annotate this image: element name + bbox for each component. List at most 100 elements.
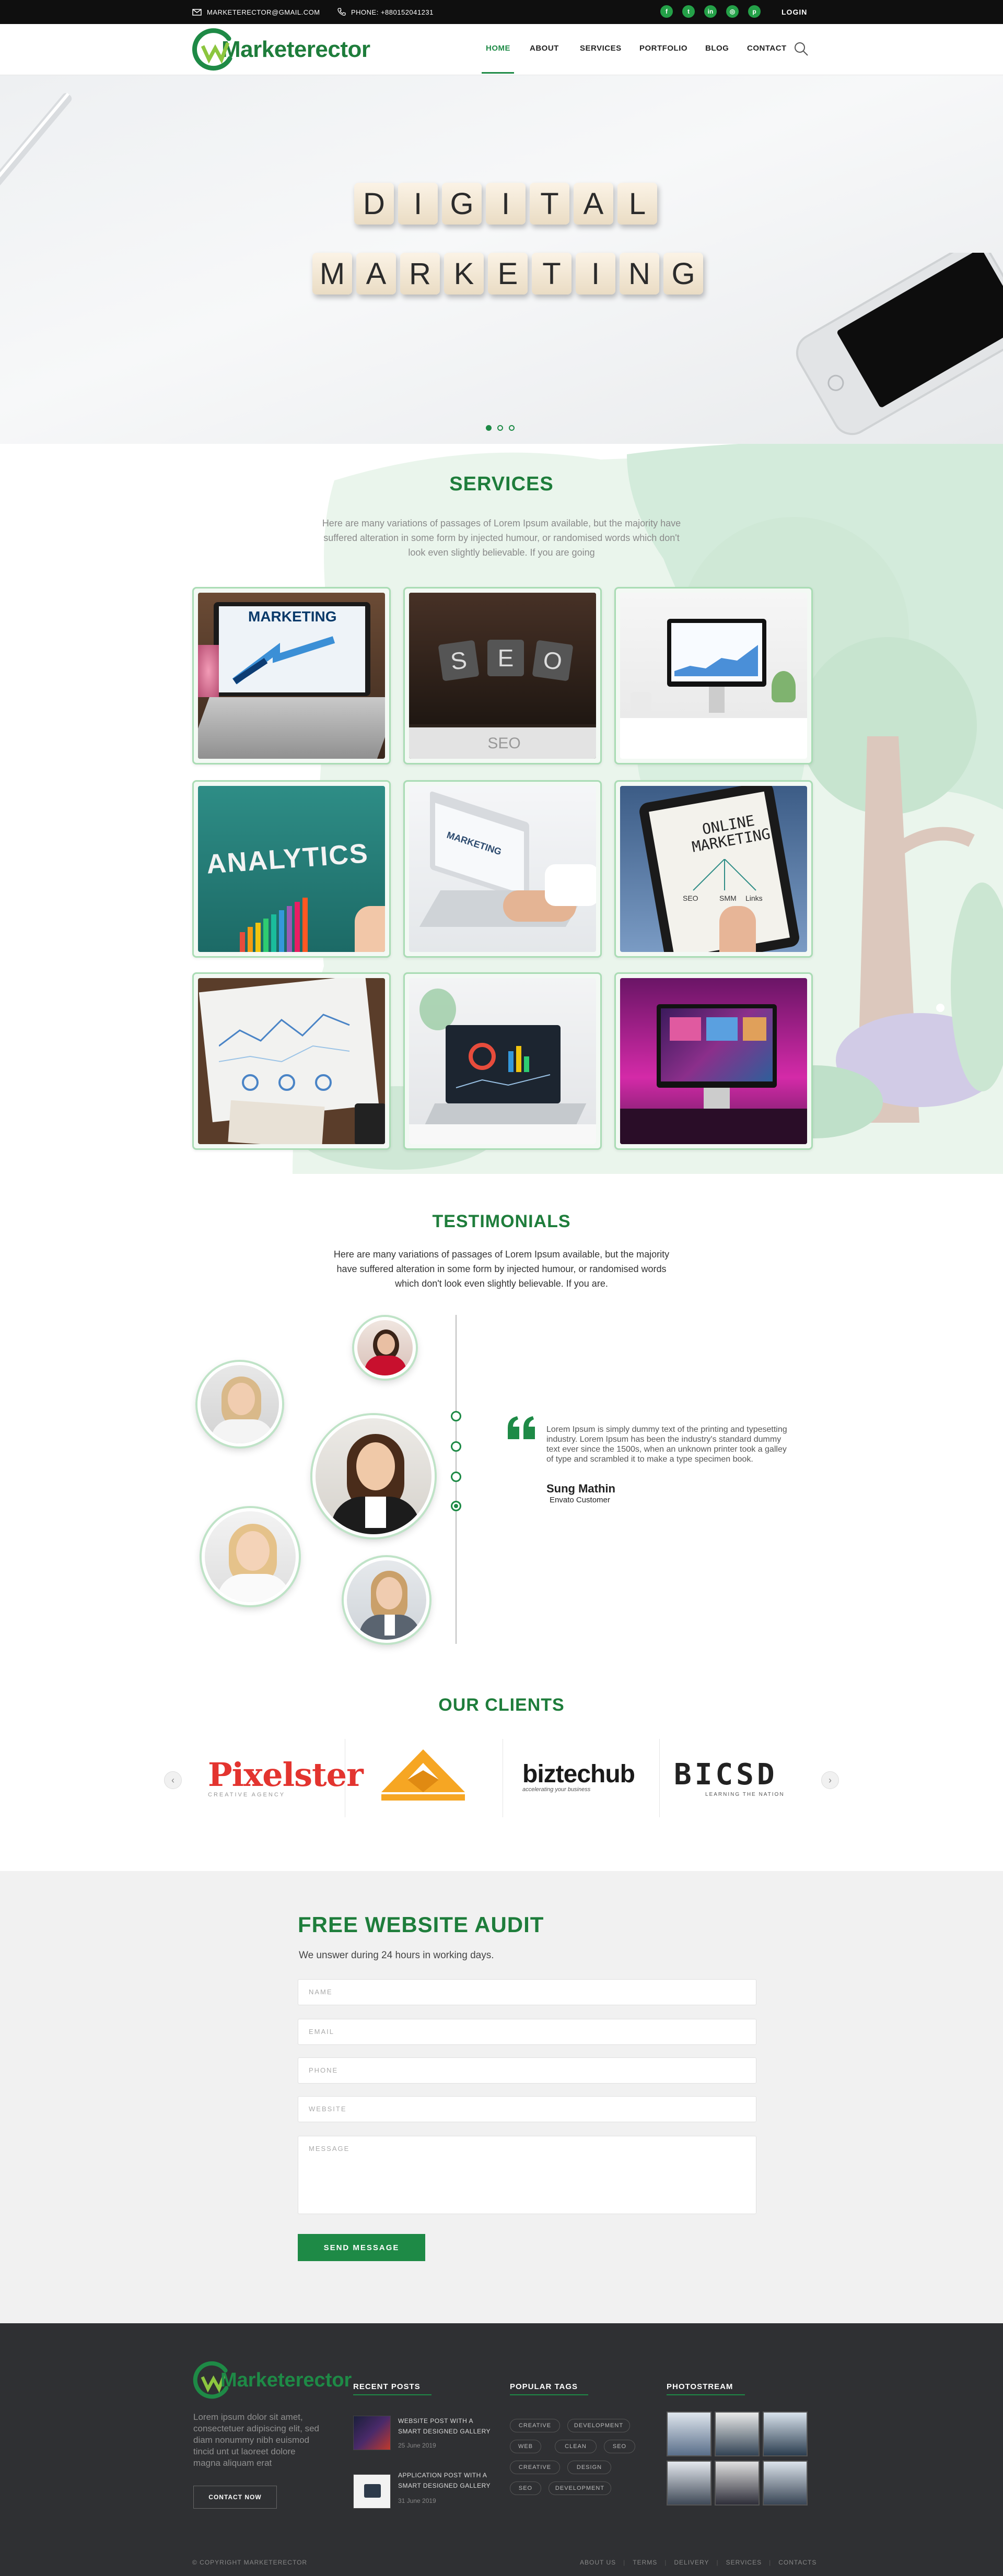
photostream-image-4[interactable] [667,2461,712,2506]
service-card-marketing[interactable]: MARKETING [192,587,391,764]
service-card-typing[interactable]: MARKETING [403,780,602,958]
hero-letter-tile: L [617,183,657,225]
nav-services[interactable]: SERVICES [580,44,622,53]
logo[interactable]: Marketerector [191,27,370,72]
post-thumb-2[interactable] [353,2474,391,2509]
slide-dot-3[interactable] [509,425,515,431]
contact-now-button[interactable]: CONTACT NOW [193,2486,277,2509]
tag-seo[interactable]: SEO [604,2440,635,2453]
service-card-dashboard[interactable] [403,972,602,1150]
tag-creative-2[interactable]: CREATIVE [510,2461,560,2474]
timeline-dot-active[interactable] [451,1501,461,1511]
biztechub-name: biztechub [522,1760,635,1788]
slide-dot-2[interactable] [497,425,503,431]
phone-text: PHONE: +880152041231 [351,8,434,16]
client-divider-3 [659,1739,660,1817]
send-message-button[interactable]: SEND MESSAGE [298,2234,425,2261]
pixelster-name: Pixelster [208,1756,364,1794]
marketing-caption: MARKETING [248,608,337,625]
twitter-icon[interactable]: t [682,5,695,18]
nav-about[interactable]: ABOUT [530,44,559,53]
tag-web[interactable]: WEB [510,2440,541,2453]
testimonial-avatar-4[interactable] [344,1557,429,1643]
hero-letter-tile: G [442,183,482,225]
client-logo-biztechub[interactable]: biztechub accelerating your business [522,1760,643,1802]
hero-letter-tile: G [663,253,703,295]
tag-creative[interactable]: CREATIVE [510,2419,560,2432]
pinterest-icon[interactable]: p [748,5,761,18]
email-contact[interactable]: MARKETERECTOR@GMAIL.COM [192,0,320,24]
login-link[interactable]: LOGIN [782,0,807,24]
timeline-dot-2[interactable] [451,1441,461,1452]
timeline-dot-3[interactable] [451,1472,461,1482]
photostream-image-6[interactable] [763,2461,808,2506]
services-section: SERVICES Here are many variations of pas… [0,444,1003,1174]
footer-about: Lorem ipsum dolor sit amet, consectetuer… [193,2412,319,2468]
clients-next-arrow[interactable]: › [821,1771,839,1789]
client-logo-pixelster[interactable]: Pixelster CREATIVE AGENCY [208,1756,364,1803]
footer-link-about[interactable]: ABOUT US [573,2559,623,2566]
footer-logo-text: Marketerector [220,2369,352,2391]
testimonial-avatar-main[interactable] [312,1415,435,1537]
post-date-1: 25 June 2019 [398,2442,436,2449]
photostream-image-3[interactable] [763,2412,808,2456]
instagram-icon[interactable]: ◎ [726,5,739,18]
service-card-seo[interactable]: S E O SEO [403,587,602,764]
photostream-underline [667,2394,745,2395]
testimonial-avatar-3[interactable] [202,1508,299,1605]
hero-slider: DIGITAL MARKETING [0,75,1003,444]
nav-blog[interactable]: BLOG [705,44,729,53]
site-footer [0,2323,1003,2576]
message-field[interactable]: MESSAGE [298,2136,756,2214]
service-card-analytics[interactable]: ANALYTICS [192,780,391,958]
tag-development[interactable]: DEVELOPMENT [567,2419,630,2432]
footer-logo[interactable]: Marketerector [192,2360,352,2400]
footer-link-services[interactable]: SERVICES [719,2559,769,2566]
service-card-neon[interactable] [614,972,813,1150]
phone-decoration [796,253,1003,436]
post-title-1[interactable]: WEBSITE POST WITH A SMART DESIGNED GALLE… [398,2416,497,2437]
clients-prev-arrow[interactable]: ‹ [164,1771,182,1789]
svg-text:Links: Links [745,894,763,902]
service-card-online-marketing[interactable]: ONLINE MARKETING SEO SMM Links [614,780,813,958]
facebook-icon[interactable]: f [660,5,673,18]
email-field[interactable]: EMAIL [298,2019,756,2045]
testimonial-avatar-2[interactable] [197,1362,282,1446]
name-field[interactable]: NAME [298,1979,756,2005]
service-card-desk[interactable] [614,587,813,764]
tag-clean[interactable]: CLEAN [555,2440,597,2453]
mail-icon [192,8,202,16]
photostream-image-5[interactable] [715,2461,760,2506]
search-icon[interactable] [793,41,809,56]
linkedin-icon[interactable]: in [704,5,717,18]
website-field[interactable]: WEBSITE [298,2096,756,2122]
footer-link-contacts[interactable]: CONTACTS [771,2559,824,2566]
testimonial-avatar-1[interactable] [354,1317,416,1379]
footer-links: ABOUT US | TERMS | DELIVERY | SERVICES |… [573,2559,824,2566]
nav-home[interactable]: HOME [486,44,510,53]
tag-development-2[interactable]: DEVELOPMENT [549,2481,611,2495]
photostream-image-1[interactable] [667,2412,712,2456]
client-logo-triangle[interactable] [376,1747,470,1805]
audit-title: FREE WEBSITE AUDIT [298,1912,544,1937]
slide-dot-1[interactable] [486,425,492,431]
timeline-dot-1[interactable] [451,1411,461,1421]
copyright: © COPYRIGHT MARKETERECTOR [192,2559,308,2566]
nav-contact[interactable]: CONTACT [747,44,787,53]
tag-seo-2[interactable]: SEO [510,2481,541,2495]
post-date-2: 31 June 2019 [398,2497,436,2504]
popular-tags-title: POPULAR TAGS [510,2382,578,2391]
phone-field[interactable]: PHONE [298,2057,756,2084]
photostream-image-2[interactable] [715,2412,760,2456]
svg-text:SMM: SMM [719,894,737,902]
post-thumb-1[interactable] [353,2416,391,2450]
footer-link-delivery[interactable]: DELIVERY [667,2559,716,2566]
phone-contact[interactable]: PHONE: +880152041231 [337,0,434,24]
phone-icon [337,8,346,16]
nav-portfolio[interactable]: PORTFOLIO [639,44,687,53]
footer-link-terms[interactable]: TERMS [625,2559,664,2566]
service-card-report[interactable] [192,972,391,1150]
client-logo-bicsd[interactable]: BICSD LEARNING THE NATION [674,1758,799,1799]
post-title-2[interactable]: APPLICATION POST WITH A SMART DESIGNED G… [398,2470,497,2491]
tag-design[interactable]: DESIGN [567,2461,611,2474]
